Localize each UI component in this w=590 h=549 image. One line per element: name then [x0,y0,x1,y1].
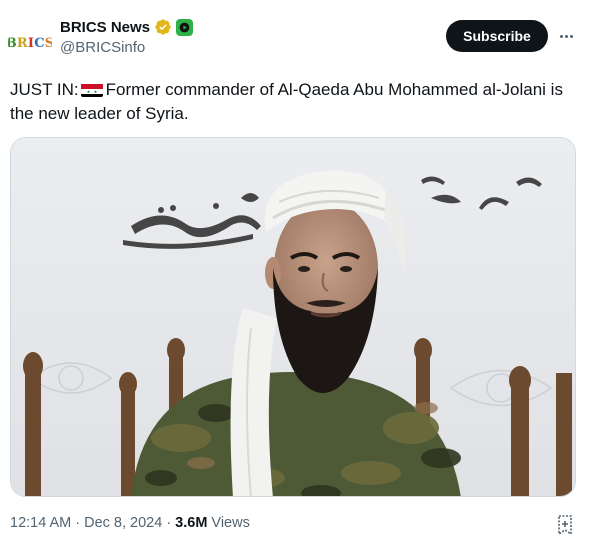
tweet-date[interactable]: Dec 8, 2024 [84,515,162,531]
bookmark-icon[interactable] [555,514,575,536]
tweet-photo[interactable] [10,137,576,497]
tweet-meta: 12:14 AM · Dec 8, 2024 · 3.6M Views [10,515,250,531]
brics-logo: BRICS [8,35,52,51]
separator: · [166,515,172,531]
separator: · [75,515,81,531]
tweet-time[interactable]: 12:14 AM [10,515,71,531]
avatar[interactable]: BRICS [8,21,52,65]
more-options-icon[interactable] [556,26,576,46]
tweet-header: BRICS BRICS News @BRICSinfo Subscribe [0,0,590,66]
verified-badge-icon [155,19,171,35]
photo-image [11,138,575,496]
subscribe-button[interactable]: Subscribe [446,20,548,52]
syria-flag-icon [80,82,103,97]
views-label: Views [211,515,250,531]
views-count: 3.6M [175,515,208,531]
author-info: BRICS News @BRICSinfo [60,17,194,56]
display-name[interactable]: BRICS News [60,19,150,36]
tweet-text: JUST IN: Former commander of Al-Qaeda Abu… [10,78,570,126]
handle[interactable]: @BRICSinfo [60,39,193,56]
affiliate-badge-icon [176,18,194,36]
tweet-text-prefix: JUST IN: [10,80,79,99]
